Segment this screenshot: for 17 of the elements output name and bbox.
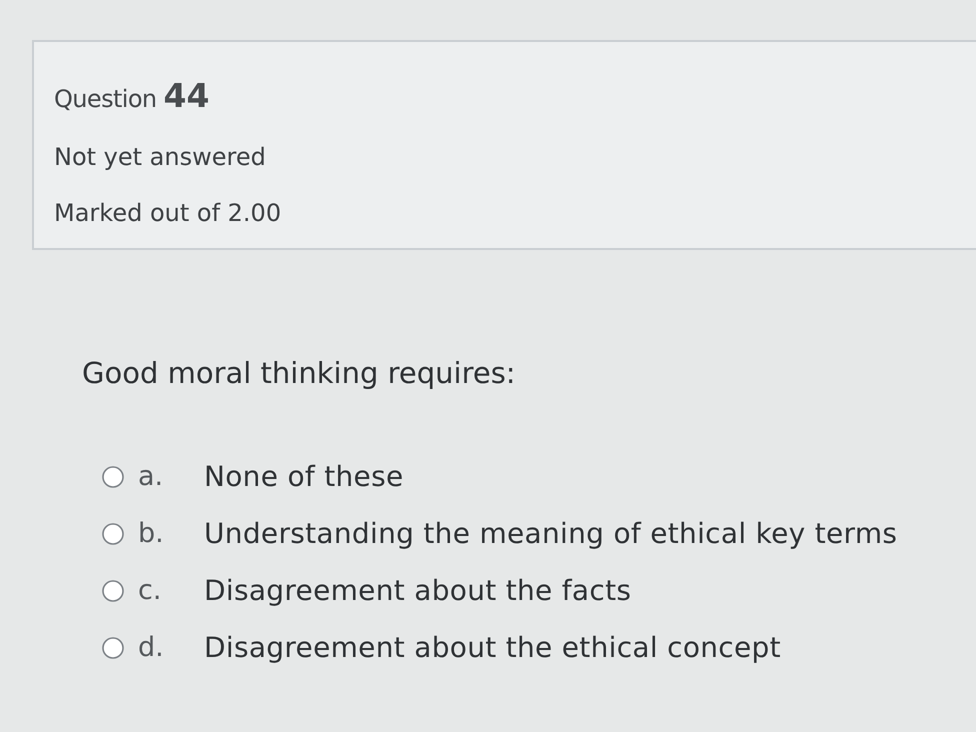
option-text[interactable]: Disagreement about the facts [204, 574, 632, 607]
radio-button[interactable] [102, 522, 124, 544]
radio-button[interactable] [102, 636, 124, 658]
answer-status: Not yet answered [54, 143, 267, 171]
option-text[interactable]: None of these [204, 460, 404, 493]
option-letter: c. [138, 575, 162, 606]
option-letter: a. [138, 461, 164, 492]
option-text[interactable]: Understanding the meaning of ethical key terms [204, 517, 898, 550]
question-number: 44 [164, 76, 210, 115]
option-text[interactable]: Disagreement about the ethical concept [204, 631, 781, 664]
option-letter: d. [138, 632, 165, 663]
radio-button[interactable] [102, 580, 124, 602]
question-label: Question [54, 85, 157, 113]
option-letter: b. [138, 518, 165, 549]
radio-button[interactable] [102, 466, 124, 488]
marks-info: Marked out of 2.00 [54, 199, 282, 227]
question-text: Good moral thinking requires: [82, 356, 517, 390]
